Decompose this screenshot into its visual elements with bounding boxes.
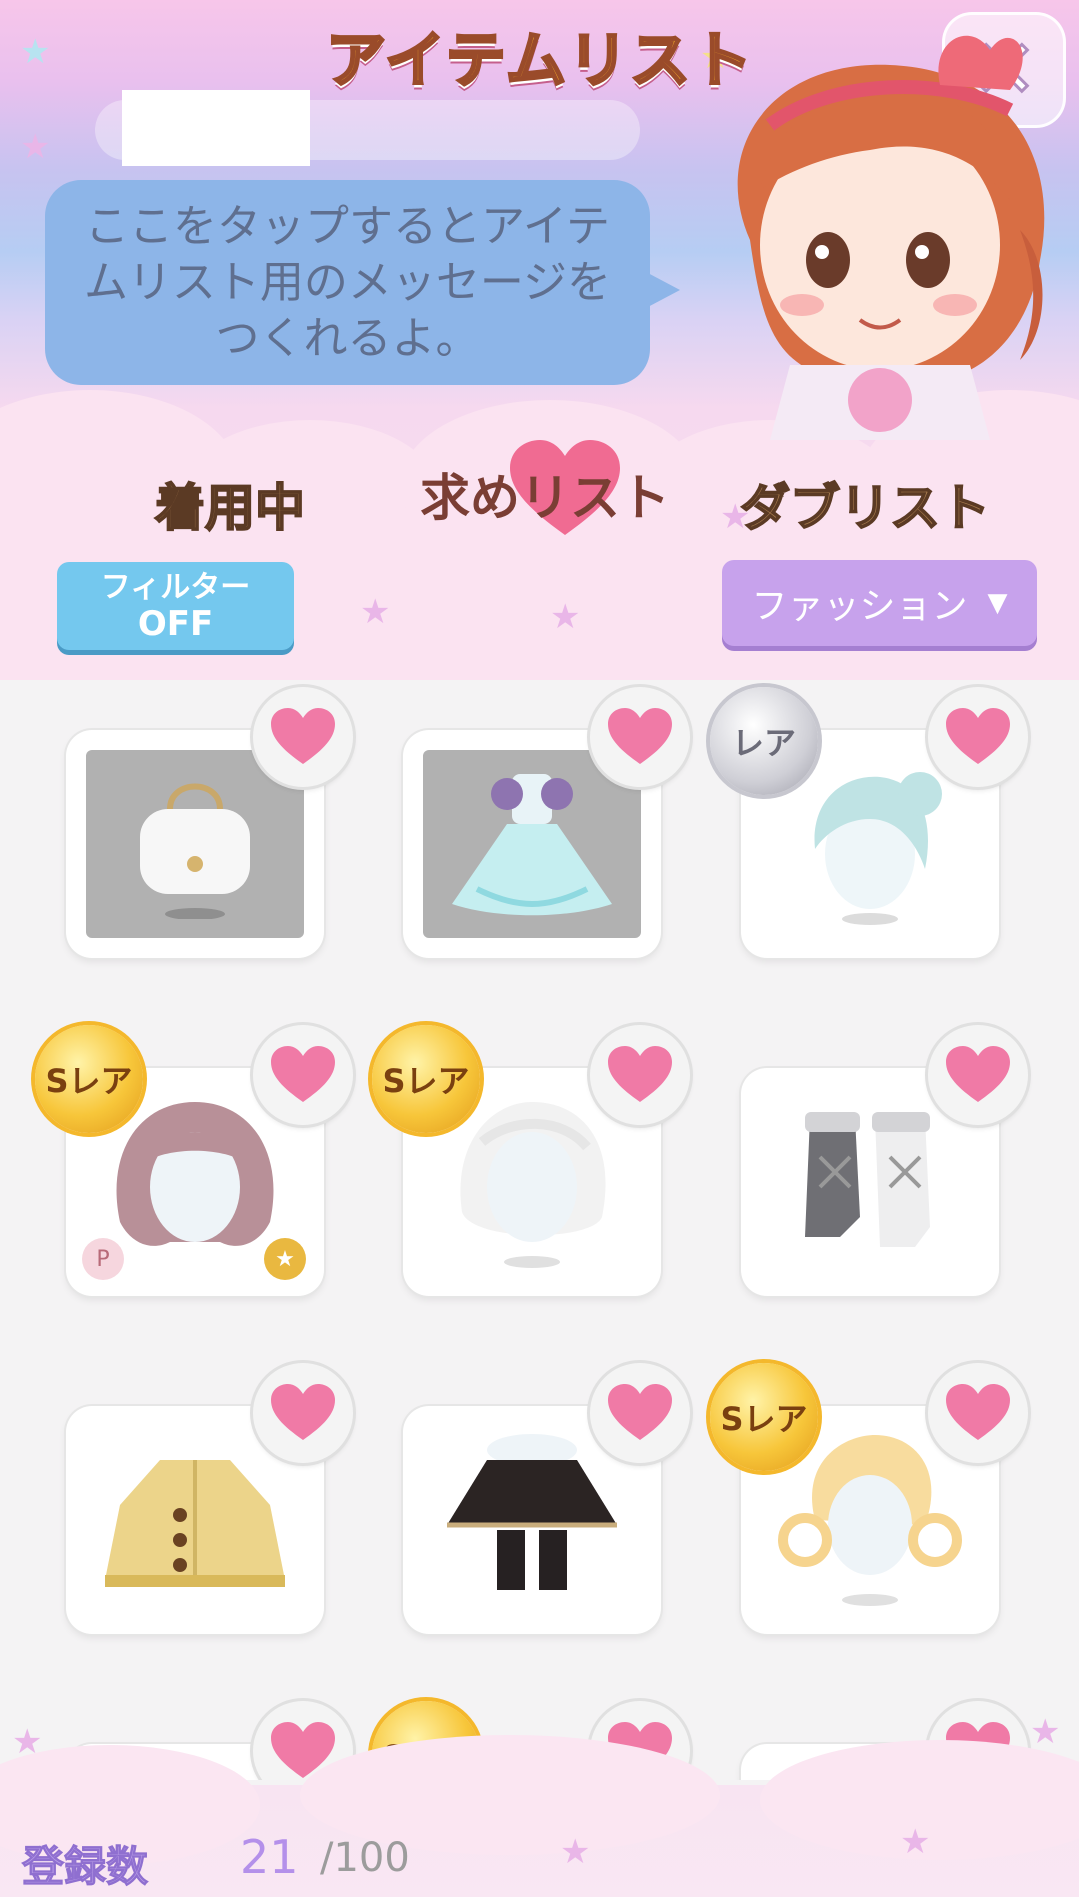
wish-heart-button[interactable] xyxy=(928,1363,1028,1463)
heart-icon xyxy=(271,1046,335,1102)
star-decoration: ★ xyxy=(20,127,51,167)
message-bubble[interactable]: ここをタップするとアイテムリスト用のメッセージをつくれるよ。 xyxy=(45,180,680,385)
rarity-badge: Sレア xyxy=(372,1025,480,1133)
wish-heart-button[interactable] xyxy=(590,1363,690,1463)
tab-duplicate-list[interactable]: ダブリスト xyxy=(739,468,991,540)
redacted-name xyxy=(122,90,310,166)
wish-heart-button[interactable] xyxy=(590,1025,690,1125)
heart-icon xyxy=(608,1046,672,1102)
avatar xyxy=(737,35,1045,440)
filter-button[interactable]: フィルター OFF xyxy=(57,562,294,650)
hair-item-icon xyxy=(460,1102,606,1268)
star-decoration: ★ xyxy=(550,597,581,637)
heart-icon xyxy=(946,1046,1010,1102)
star-decoration: ★ xyxy=(560,1832,591,1872)
rarity-label: Sレア xyxy=(720,1400,808,1438)
star-decoration: ★ xyxy=(900,1822,931,1862)
category-dropdown[interactable]: ファッション ▼ xyxy=(722,560,1037,646)
hair-item-icon xyxy=(116,1102,274,1246)
bag-item-icon xyxy=(140,783,250,919)
wish-heart-button[interactable] xyxy=(253,687,353,787)
registered-count: 21 xyxy=(240,1830,299,1884)
heart-icon xyxy=(946,1384,1010,1440)
rarity-badge: レア xyxy=(710,687,818,795)
item-image xyxy=(86,750,304,938)
rarity-badge: Sレア xyxy=(35,1025,143,1133)
boots-item-icon xyxy=(805,1112,930,1247)
heart-icon xyxy=(608,708,672,764)
filter-label: フィルター xyxy=(100,570,251,605)
rarity-badge: Sレア xyxy=(710,1363,818,1471)
tab-wish-list[interactable]: 求めリスト xyxy=(420,458,670,530)
star-decoration: ★ xyxy=(12,1722,43,1762)
star-decoration: ★ xyxy=(1030,1712,1061,1752)
item-grid: レア P ★ Sレア Sレア Sレア xyxy=(0,680,1079,1780)
item-image xyxy=(423,750,641,938)
wish-heart-button[interactable] xyxy=(253,1363,353,1463)
rarity-label: Sレア xyxy=(45,1062,133,1100)
star-decoration: ★ xyxy=(20,32,51,72)
cardigan-item-icon xyxy=(105,1460,285,1587)
registered-max: /100 xyxy=(320,1835,410,1881)
star-decoration: ★ xyxy=(360,592,391,632)
brand-icon: P xyxy=(82,1238,124,1280)
heart-icon xyxy=(271,1384,335,1440)
item-image xyxy=(423,1426,641,1614)
heart-icon xyxy=(608,1384,672,1440)
chevron-down-icon: ▼ xyxy=(987,588,1008,618)
dress-item-icon xyxy=(452,774,612,916)
wish-heart-button[interactable] xyxy=(590,687,690,787)
wish-heart-button[interactable] xyxy=(928,1025,1028,1125)
heart-icon xyxy=(946,708,1010,764)
rarity-label: レア xyxy=(731,724,796,762)
heart-icon xyxy=(271,708,335,764)
hair-item-icon xyxy=(778,1435,962,1606)
wish-heart-button[interactable] xyxy=(928,687,1028,787)
registered-count-label: 登録数 xyxy=(21,1842,149,1892)
item-image xyxy=(86,1426,304,1614)
star-icon: ★ xyxy=(264,1238,306,1280)
footer: ★ ★ ★ ★ xyxy=(0,1715,1079,1897)
message-bubble-text: ここをタップするとアイテムリスト用のメッセージをつくれるよ。 xyxy=(83,200,612,364)
hair-item-icon xyxy=(814,772,942,925)
category-selected: ファッション xyxy=(751,586,968,627)
item-image xyxy=(761,1088,979,1276)
wish-heart-button[interactable] xyxy=(253,1025,353,1125)
filter-state: OFF xyxy=(137,604,214,644)
tab-wearing[interactable]: 着用中 xyxy=(130,468,330,540)
rarity-label: Sレア xyxy=(382,1062,470,1100)
skirt-item-icon xyxy=(447,1434,617,1590)
